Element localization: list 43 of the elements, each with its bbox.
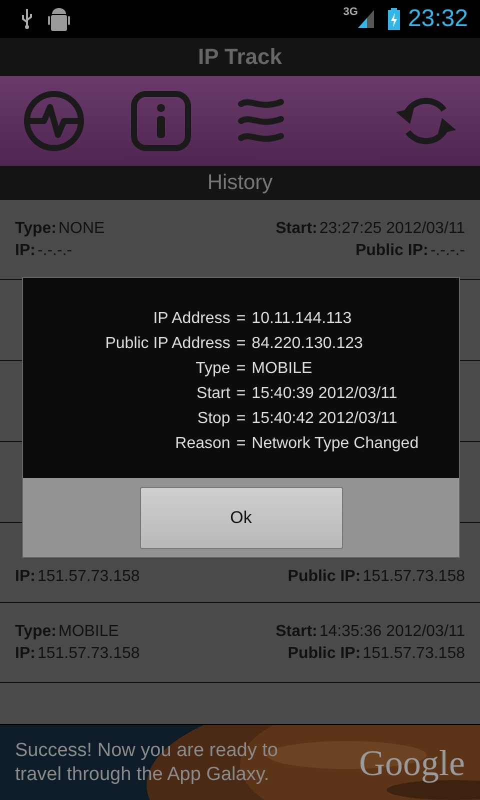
detail-label: Stop	[197, 409, 230, 429]
clock: 23:32	[408, 5, 468, 33]
ad-brand: Google	[359, 742, 465, 784]
public-ip-text: Public IP:151.57.73.158	[288, 568, 465, 586]
equals-sign: =	[236, 334, 246, 354]
type-text: Type:MOBILE	[15, 622, 119, 640]
equals-sign: =	[236, 434, 246, 454]
ad-text: Success! Now you are ready to travel through the App Galaxy.	[15, 738, 279, 786]
android-icon	[48, 6, 70, 32]
history-row[interactable]: Type:MOBILE Start:14:35:36 2012/03/11 IP:151.57.73.158 Public IP:151.57.73.158	[0, 603, 480, 683]
detail-value: 84.220.130.123	[252, 334, 364, 354]
info-icon[interactable]	[131, 91, 191, 151]
ad-banner[interactable]: Success! Now you are ready to travel through the App Galaxy. Google	[0, 725, 480, 800]
usb-icon	[20, 8, 34, 30]
signal-icon	[358, 10, 374, 28]
network-type: 3G	[343, 6, 358, 18]
equals-sign: =	[236, 359, 246, 379]
equals-sign: =	[236, 309, 246, 329]
public-ip-text: Public IP:151.57.73.158	[288, 644, 465, 662]
equals-sign: =	[236, 409, 246, 429]
battery-charging-icon	[388, 8, 400, 30]
detail-value: 15:40:42 2012/03/11	[252, 409, 398, 429]
detail-value: 10.11.144.113	[252, 309, 353, 329]
ip-text: IP:-.-.-.-	[15, 242, 72, 260]
public-ip-text: Public IP:-.-.-.-	[355, 242, 465, 260]
type-text: Type:NONE	[15, 220, 105, 238]
detail-value: 15:40:39 2012/03/11	[252, 384, 398, 404]
app-title: IP Track	[198, 44, 282, 70]
pulse-circle-icon[interactable]	[23, 90, 85, 152]
detail-label: Public IP Address	[105, 334, 230, 354]
start-text: Start:14:35:36 2012/03/11	[276, 622, 465, 640]
detail-value: MOBILE	[252, 359, 314, 379]
detail-label: IP Address	[153, 309, 230, 329]
detail-label: Reason	[175, 434, 230, 454]
start-text: Start:23:27:25 2012/03/11	[276, 220, 465, 238]
detail-label: Start	[196, 384, 230, 404]
ip-text: IP:151.57.73.158	[15, 568, 140, 586]
ip-text: IP:151.57.73.158	[15, 644, 140, 662]
detail-value: Network Type Changed	[252, 434, 420, 454]
detail-label: Type	[196, 359, 230, 379]
equals-sign: =	[236, 384, 246, 404]
ok-button[interactable]: Ok	[140, 486, 342, 548]
section-title: History	[207, 171, 273, 195]
